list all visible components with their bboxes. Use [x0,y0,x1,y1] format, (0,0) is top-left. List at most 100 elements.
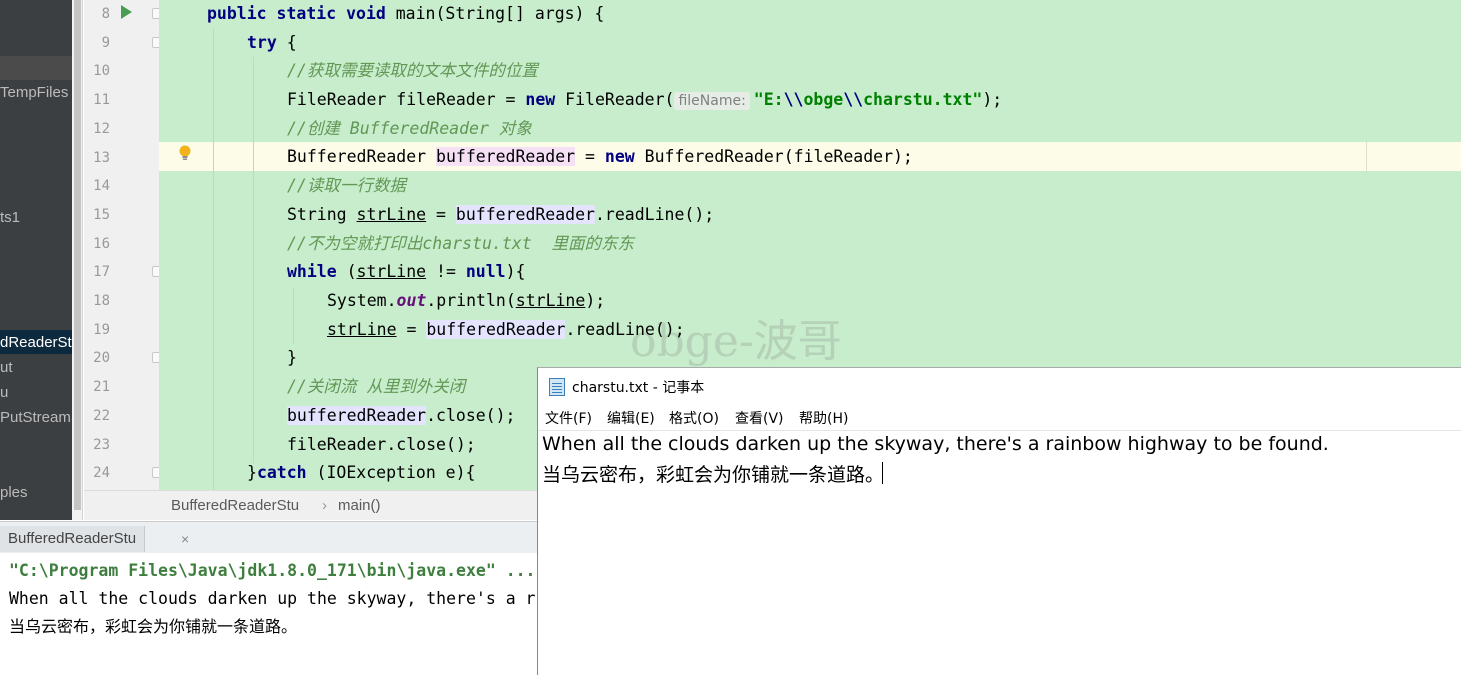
line-number: 17 [93,264,110,281]
sidebar-item-bufferedreaderstu[interactable]: dReaderStu [0,332,72,354]
notepad-app-icon [549,378,565,396]
notepad-text-area[interactable]: When all the clouds darken up the skyway… [538,430,1461,675]
variable: strLine [327,319,397,339]
line-number: 13 [93,149,110,166]
keyword: while [287,262,337,282]
code-text: BufferedReader(fileReader); [634,146,913,166]
code-line-20: } [287,348,297,368]
menu-format[interactable]: 格式(O) [669,408,719,428]
indent-guide [213,28,214,490]
code-line-15: String strLine = bufferedReader.readLine… [287,201,714,230]
sidebar-item-tempfiles[interactable]: TempFiles [0,82,68,104]
code-line-18: System.out.println(strLine); [327,287,605,316]
keyword: null [465,262,506,282]
keyword: new [525,90,556,110]
sidebar-selected-row[interactable] [0,56,72,80]
variable: strLine [356,204,427,224]
code-line-11: FileReader fileReader = new FileReader(f… [287,86,1002,115]
variable: strLine [356,262,427,282]
menu-view[interactable]: 查看(V) [735,408,784,428]
code-text: } [247,463,257,483]
sidebar-scrollbar-thumb[interactable] [74,0,81,510]
breadcrumb-class[interactable]: BufferedReaderStu [171,491,299,521]
code-line-17: while (strLine != null){ [287,258,525,287]
line-number: 24 [93,465,110,482]
line-number: 12 [93,120,110,137]
code-line-22: bufferedReader.close(); [287,402,515,431]
menu-help[interactable]: 帮助(H) [799,408,848,428]
run-gutter-icon[interactable] [121,5,132,19]
notepad-window: charstu.txt - 记事本 文件(F) 编辑(E) 格式(O) 查看(V… [537,367,1461,675]
string-literal: charstu.txt" [863,90,983,110]
line-number: 8 [101,6,110,22]
keyword: new [604,146,635,166]
right-margin-guide [1366,142,1367,171]
code-line-9: try { [247,29,297,58]
code-line-16-comment: //不为空就打印出charstu.txt 里面的东东 [287,233,635,253]
code-line-21-comment: //关闭流 从里到外关闭 [287,377,466,397]
code-text: { [276,32,297,52]
text-line: When all the clouds darken up the skyway… [542,433,1329,455]
sidebar-item-ut[interactable]: ut [0,357,13,379]
code-text: System. [327,291,397,310]
variable: strLine [515,291,586,310]
notepad-titlebar[interactable]: charstu.txt - 记事本 [538,368,1461,404]
menu-edit[interactable]: 编辑(E) [607,408,655,428]
notepad-menubar: 文件(F) 编辑(E) 格式(O) 查看(V) 帮助(H) [538,406,1461,430]
code-text: main(String[] args) { [395,4,605,23]
breadcrumb-method[interactable]: main() [338,491,381,521]
lightbulb-icon[interactable] [178,145,192,161]
console-output-line: 当乌云密布，彩虹会为你铺就一条道路。 [9,617,298,636]
breadcrumb-separator-icon: › [322,497,327,514]
code-text: ); [585,291,606,310]
line-number: 21 [93,379,110,396]
text-line: 当乌云密布，彩虹会为你铺就一条道路。 [542,464,885,486]
escape-sequence: \\ [843,90,864,110]
escape-sequence: \\ [783,90,804,110]
run-tab[interactable]: BufferedReaderStu [0,526,146,552]
text-caret [882,462,883,484]
line-number: 18 [93,293,110,309]
menu-file[interactable]: 文件(F) [545,408,592,428]
console-output-line: When all the clouds darken up the skyway… [9,589,536,608]
code-text: ( [336,262,357,282]
code-text: FileReader fileReader = [287,90,526,110]
sidebar-item-u[interactable]: u [0,382,8,404]
code-line-10-comment: //获取需要读取的文本文件的位置 [287,61,538,81]
sidebar-item-putstreams[interactable]: PutStreamS [0,407,72,429]
code-text: ){ [505,262,526,282]
line-number: 14 [93,178,110,195]
code-line-13: BufferedReader bufferedReader = new Buff… [287,143,913,172]
code-text: = [396,319,427,339]
line-number: 20 [93,350,110,367]
keyword: catch [256,463,307,483]
line-number: 22 [93,407,110,424]
run-console[interactable]: "C:\Program Files\Java\jdk1.8.0_171\bin\… [0,553,540,675]
code-line-8: public static void main(String[] args) { [207,0,604,29]
code-line-14-comment: //读取一行数据 [287,176,406,196]
variable-usage: bufferedReader [455,204,595,224]
project-tool-window: TempFiles ts1 dReaderStu ut u PutStreamS… [0,0,72,520]
close-tab-icon[interactable]: × [181,526,189,552]
line-number: 9 [101,34,110,51]
code-text: String [287,204,357,224]
variable-declaration: bufferedReader [436,146,576,166]
code-text: .close(); [426,405,516,425]
code-text: .readLine(); [594,204,715,224]
code-text: .readLine(); [565,319,685,339]
code-text: (IOException e){ [306,463,476,483]
parameter-hint: fileName: [674,92,750,111]
code-text: .println( [426,291,516,310]
console-command-line: "C:\Program Files\Java\jdk1.8.0_171\bin\… [9,561,536,580]
code-line-23: fileReader.close(); [287,434,476,454]
string-literal: "E: [753,90,784,110]
code-line-24: }catch (IOException e){ [247,459,476,488]
code-line-12-comment: //创建 BufferedReader 对象 [287,118,532,138]
code-text: = [575,146,605,166]
sidebar-item-ts1[interactable]: ts1 [0,207,20,229]
sidebar-item-ples[interactable]: ples [0,482,28,504]
line-number: 16 [93,235,110,252]
line-number: 11 [93,92,110,109]
indent-guide [293,287,294,344]
keyword: try [247,32,277,52]
